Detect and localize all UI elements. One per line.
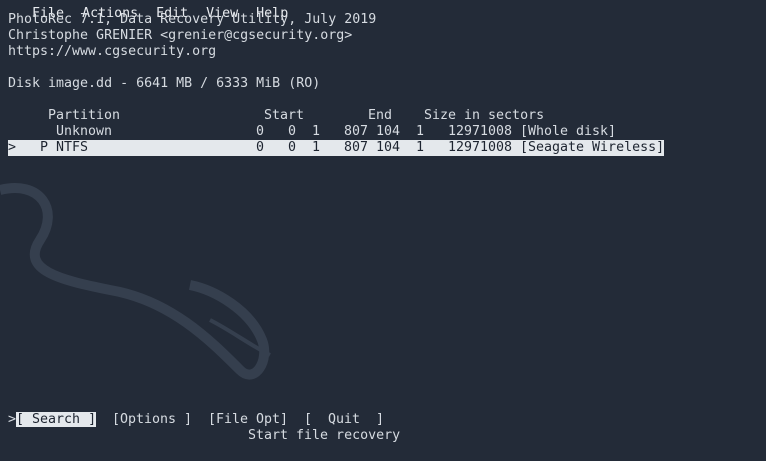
header-start: Start [264,108,305,123]
action-hint: Start file recovery [248,428,401,443]
disk-info: Disk image.dd - 6641 MB / 6333 MiB (RO) [8,76,321,91]
partition-label: [Whole disk] [520,124,617,139]
partition-row-selected[interactable]: > P NTFS 0 0 1 807 104 1 12971008 [Seaga… [8,140,664,156]
search-label: [ Search ] [16,412,97,427]
quit-button[interactable]: [ Quit ] [304,412,384,428]
kali-dragon-watermark-icon [0,183,271,380]
partition-type: Unknown [56,124,113,139]
options-button[interactable]: [Options ] [112,412,192,428]
partition-start: 0 0 1 [256,124,321,139]
author-line: Christophe GRENIER <grenier@cgsecurity.o… [8,28,353,43]
partition-size: 12971008 [448,140,513,155]
menu-cursor: > [8,412,17,427]
website-line: https://www.cgsecurity.org [8,44,217,59]
search-button[interactable]: >[ Search ] [8,412,97,428]
app-title: PhotoRec 7.1, Data Recovery Utility, Jul… [8,12,377,27]
menu-bar: File Actions Edit View Help [0,0,306,21]
partition-type: NTFS [56,140,89,155]
partition-row[interactable]: Unknown 0 0 1 807 104 1 12971008 [Whole … [8,124,668,140]
header-end: End [368,108,393,123]
header-partition: Partition [48,108,121,123]
partition-size: 12971008 [448,124,513,139]
partition-end: 807 104 1 [344,124,425,139]
partition-label: [Seagate Wireless] [520,140,665,155]
selection-marker: > [8,140,17,155]
partition-flag: P [40,140,49,155]
partition-start: 0 0 1 [256,140,321,155]
file-opt-button[interactable]: [File Opt] [208,412,288,428]
table-header: Partition Start End Size in sectors [8,108,668,124]
header-size: Size in sectors [424,108,545,123]
partition-end: 807 104 1 [344,140,425,155]
terminal-window: File Actions Edit View Help PhotoRec 7.1, Da… [0,0,766,461]
